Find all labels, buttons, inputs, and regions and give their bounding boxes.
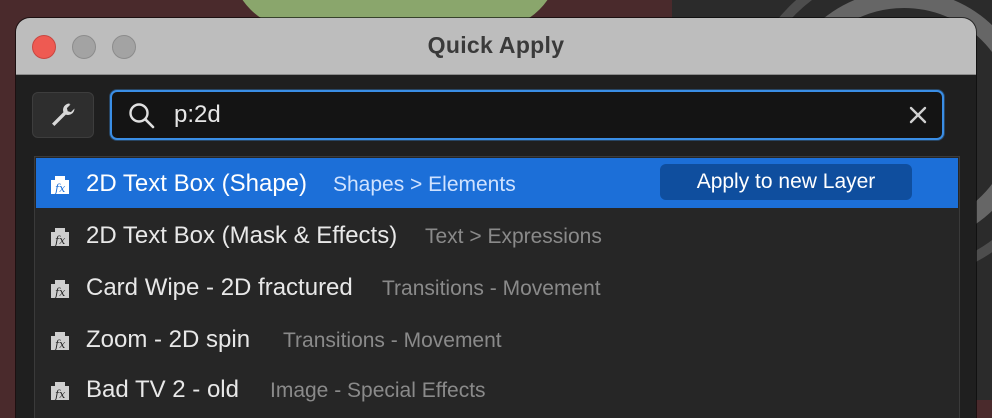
search-field[interactable] — [110, 90, 944, 140]
search-input[interactable] — [174, 98, 874, 132]
result-category: Image - Special Effects — [270, 379, 486, 402]
svg-text:fx: fx — [54, 338, 66, 351]
fx-effect-icon: fx — [51, 176, 69, 195]
close-icon[interactable] — [908, 105, 928, 125]
result-category: Transitions - Movement — [382, 277, 601, 300]
fx-effect-icon: fx — [51, 228, 69, 247]
quick-apply-window: Quick Apply fx 2D — [16, 18, 976, 418]
result-category: Text > Expressions — [425, 225, 602, 248]
results-list: fx 2D Text Box (Shape) Shapes > Elements… — [34, 156, 960, 418]
result-category: Shapes > Elements — [333, 173, 516, 196]
result-name: Card Wipe - 2D fractured — [86, 274, 353, 301]
fx-effect-icon: fx — [51, 280, 69, 299]
svg-text:fx: fx — [54, 388, 66, 401]
svg-text:fx: fx — [54, 182, 66, 195]
apply-to-new-layer-button[interactable]: Apply to new Layer — [660, 164, 912, 200]
svg-text:fx: fx — [54, 234, 66, 247]
result-item[interactable]: fx Bad TV 2 - old Image - Special Effect… — [36, 364, 958, 414]
fx-effect-icon: fx — [51, 382, 69, 401]
title-bar: Quick Apply — [16, 18, 976, 75]
window-title: Quick Apply — [427, 32, 565, 58]
window-content: fx 2D Text Box (Shape) Shapes > Elements… — [16, 75, 976, 418]
result-item[interactable]: fx Card Wipe - 2D fractured Transitions … — [36, 262, 958, 312]
result-name: Zoom - 2D spin — [86, 326, 251, 353]
wrench-icon — [52, 103, 75, 126]
fx-effect-icon: fx — [51, 332, 69, 351]
result-item[interactable]: fx 2D Text Box (Mask & Effects) Text > E… — [36, 210, 958, 260]
settings-button[interactable] — [32, 92, 94, 138]
result-category: Transitions - Movement — [283, 329, 502, 352]
result-name: 2D Text Box (Shape) — [86, 170, 308, 197]
result-item[interactable]: fx Zoom - 2D spin Transitions - Movement — [36, 314, 958, 364]
result-item-selected[interactable]: fx 2D Text Box (Shape) Shapes > Elements… — [36, 158, 958, 208]
svg-text:fx: fx — [54, 286, 66, 299]
search-icon — [129, 103, 155, 129]
result-name: 2D Text Box (Mask & Effects) — [86, 222, 398, 249]
